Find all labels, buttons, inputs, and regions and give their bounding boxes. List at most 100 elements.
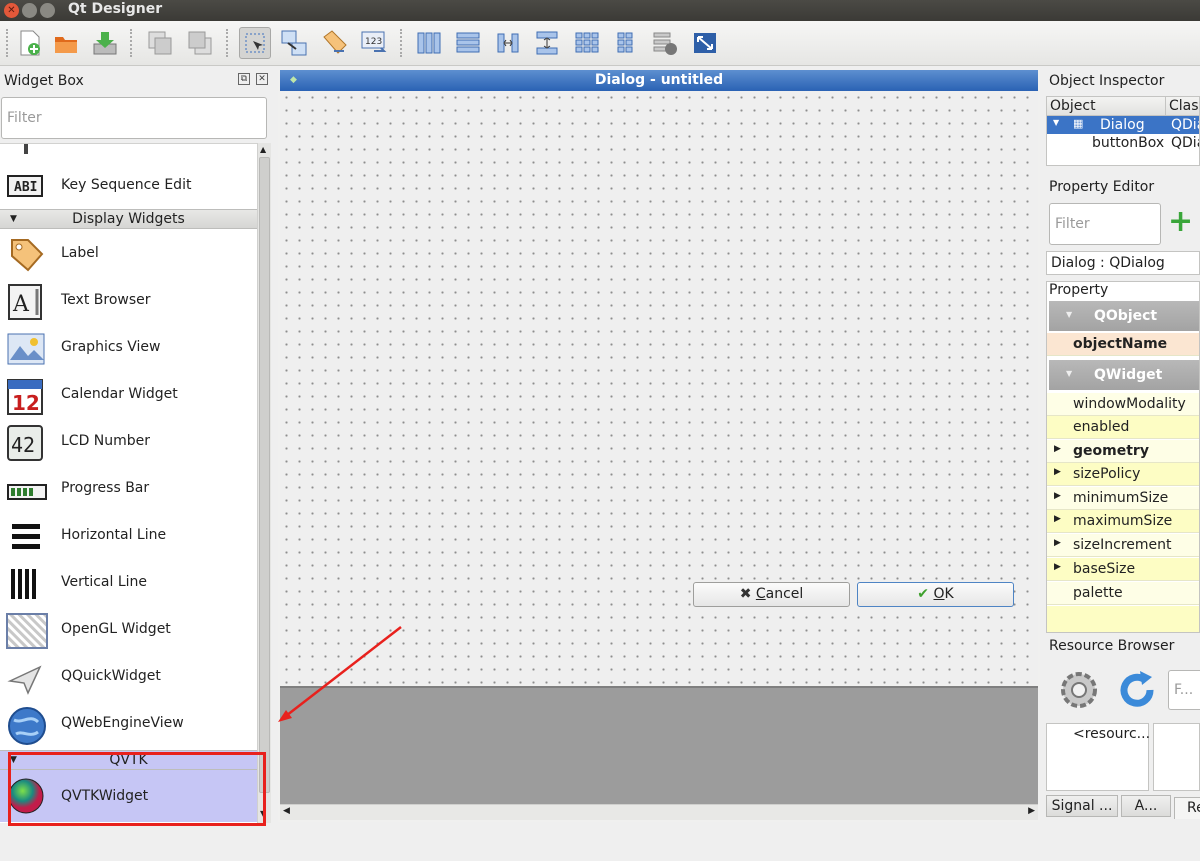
widget-item-text-browser[interactable]: A Text Browser [0, 277, 257, 323]
object-class: QDialog [1171, 117, 1199, 133]
edit-signals-slots-icon[interactable] [278, 27, 310, 59]
new-form-icon[interactable] [14, 27, 46, 59]
expand-arrow-icon[interactable]: ▶ [1054, 491, 1061, 501]
break-layout-icon[interactable] [649, 27, 681, 59]
widget-item-qquickwidget[interactable]: QQuickWidget [0, 653, 257, 699]
expand-arrow-icon[interactable]: ▶ [1054, 514, 1061, 524]
widget-item-lcd-number[interactable]: 42 LCD Number [0, 418, 257, 464]
expand-arrow-icon[interactable]: ▶ [1054, 562, 1061, 572]
partial-item-icon [24, 144, 28, 154]
scroll-left-icon[interactable]: ◀ [283, 806, 290, 816]
widget-item-key-sequence-edit[interactable]: ABI Key Sequence Edit [0, 162, 257, 208]
group-label: QObject [1094, 308, 1158, 324]
expand-arrow-icon[interactable]: ▶ [1054, 467, 1061, 477]
property-row-geometry[interactable]: ▶ geometry [1047, 440, 1199, 463]
dialog-title-bar[interactable]: ◆ Dialog - untitled [280, 70, 1038, 91]
reload-resources-icon[interactable] [1114, 667, 1160, 713]
cancel-icon: ✖ [739, 586, 752, 602]
widget-box-scrollbar[interactable]: ▲ ▼ [257, 143, 271, 823]
layout-horizontal-icon[interactable] [413, 27, 445, 59]
property-row-palette[interactable]: palette [1047, 582, 1199, 605]
property-name: enabled [1073, 419, 1130, 435]
widget-box-filter-input[interactable]: Filter [1, 97, 267, 139]
layout-grid-icon[interactable] [571, 27, 603, 59]
tree-row-dialog[interactable]: ▼ ▦ Dialog QDialog [1047, 116, 1199, 134]
widget-item-label[interactable]: Label [0, 230, 257, 276]
collapse-arrow-icon[interactable]: ▼ [1066, 310, 1072, 319]
cancel-button[interactable]: ✖ Cancel [693, 582, 850, 607]
svg-text:A: A [12, 292, 30, 317]
tree-row-buttonbox[interactable]: buttonBox QDialogButtonBox [1047, 134, 1199, 152]
ok-button[interactable]: ✔ OK [857, 582, 1014, 607]
expand-arrow-icon[interactable]: ▼ [1053, 118, 1059, 127]
layout-vertical-icon[interactable] [452, 27, 484, 59]
widget-item-graphics-view[interactable]: Graphics View [0, 324, 257, 370]
layout-form-icon[interactable] [610, 27, 642, 59]
send-to-back-icon[interactable] [144, 27, 176, 59]
progress-bar-icon [6, 471, 47, 507]
property-context: Dialog : QDialog [1046, 251, 1200, 275]
edit-buddies-icon[interactable] [318, 27, 350, 59]
widget-item-calendar-widget[interactable]: 12 Calendar Widget [0, 371, 257, 417]
float-panel-icon[interactable]: ⧉ [238, 73, 250, 85]
close-window-button[interactable]: ✕ [4, 3, 19, 18]
collapse-arrow-icon[interactable]: ▼ [1066, 369, 1072, 378]
object-name: buttonBox [1092, 135, 1165, 151]
edit-widgets-icon[interactable] [239, 27, 271, 59]
object-name: Dialog [1100, 117, 1145, 133]
expand-arrow-icon[interactable]: ▶ [1054, 538, 1061, 548]
property-row-minimumsize[interactable]: ▶ minimumSize [1047, 487, 1199, 510]
svg-text:123: 123 [365, 37, 382, 47]
property-name: minimumSize [1073, 490, 1169, 506]
property-row-objectname[interactable]: objectName [1047, 333, 1199, 356]
layout-splitter-vertical-icon[interactable] [531, 27, 563, 59]
widget-item-progress-bar[interactable]: Progress Bar [0, 465, 257, 511]
resource-tree[interactable]: <resourc... [1046, 723, 1150, 791]
widget-box-header: Widget Box ⧉ ✕ [0, 70, 276, 94]
dialog-canvas[interactable]: ✖ Cancel ✔ OK [280, 91, 1038, 684]
widget-item-opengl-widget[interactable]: OpenGL Widget [0, 606, 257, 652]
property-row-basesize[interactable]: ▶ baseSize [1047, 558, 1199, 581]
property-group-qobject[interactable]: ▼ QObject [1049, 301, 1199, 331]
minimize-window-button[interactable] [22, 3, 37, 18]
lcd-number-icon: 42 [6, 424, 46, 461]
bring-to-front-icon[interactable] [184, 27, 216, 59]
property-row-maximumsize[interactable]: ▶ maximumSize [1047, 510, 1199, 533]
property-name: sizePolicy [1073, 466, 1141, 482]
tab-action-editor[interactable]: A... [1121, 795, 1171, 817]
edit-resources-icon[interactable] [1056, 667, 1102, 713]
adjust-size-icon[interactable] [689, 27, 721, 59]
property-row-sizeincrement[interactable]: ▶ sizeIncrement [1047, 534, 1199, 557]
close-panel-icon[interactable]: ✕ [256, 73, 268, 85]
form-area-scrollbar[interactable]: ◀ ▶ [280, 804, 1038, 820]
property-group-qwidget[interactable]: ▼ QWidget [1049, 360, 1199, 390]
open-form-icon[interactable] [50, 27, 82, 59]
widget-item-qwebengineview[interactable]: QWebEngineView [0, 700, 257, 746]
scroll-up-icon[interactable]: ▲ [260, 145, 266, 154]
add-dynamic-property-icon[interactable]: + [1168, 207, 1196, 238]
main-toolbar: 123 [0, 21, 1200, 66]
tab-resource-browser[interactable]: Re [1174, 797, 1200, 819]
edit-tab-order-icon[interactable]: 123 [358, 27, 390, 59]
scrollbar-thumb[interactable] [259, 157, 270, 793]
category-display-widgets[interactable]: ▼ Display Widgets [0, 209, 257, 229]
tab-signal-slot-editor[interactable]: Signal ... [1046, 795, 1118, 817]
resource-file-list[interactable] [1153, 723, 1200, 791]
resource-root-item[interactable]: <resourc... [1073, 726, 1150, 742]
layout-splitter-horizontal-icon[interactable] [492, 27, 524, 59]
maximize-window-button[interactable] [40, 3, 55, 18]
property-row-sizepolicy[interactable]: ▶ sizePolicy [1047, 463, 1199, 486]
property-filter-input[interactable]: Filter [1049, 203, 1161, 245]
group-label: QWidget [1094, 367, 1163, 383]
widget-item-vertical-line[interactable]: Vertical Line [0, 559, 257, 605]
resource-filter-input[interactable]: F... [1168, 670, 1200, 710]
property-row-enabled[interactable]: enabled [1047, 416, 1199, 439]
qquickwidget-icon [6, 659, 46, 695]
scroll-right-icon[interactable]: ▶ [1028, 806, 1035, 816]
widget-box-list: ABI Key Sequence Edit ▼ Display Widgets L… [0, 143, 257, 823]
widget-item-horizontal-line[interactable]: Horizontal Line [0, 512, 257, 558]
opengl-widget-icon [6, 612, 48, 649]
save-form-icon[interactable] [89, 27, 121, 59]
property-row-windowmodality[interactable]: windowModality [1047, 393, 1199, 416]
expand-arrow-icon[interactable]: ▶ [1054, 444, 1061, 454]
